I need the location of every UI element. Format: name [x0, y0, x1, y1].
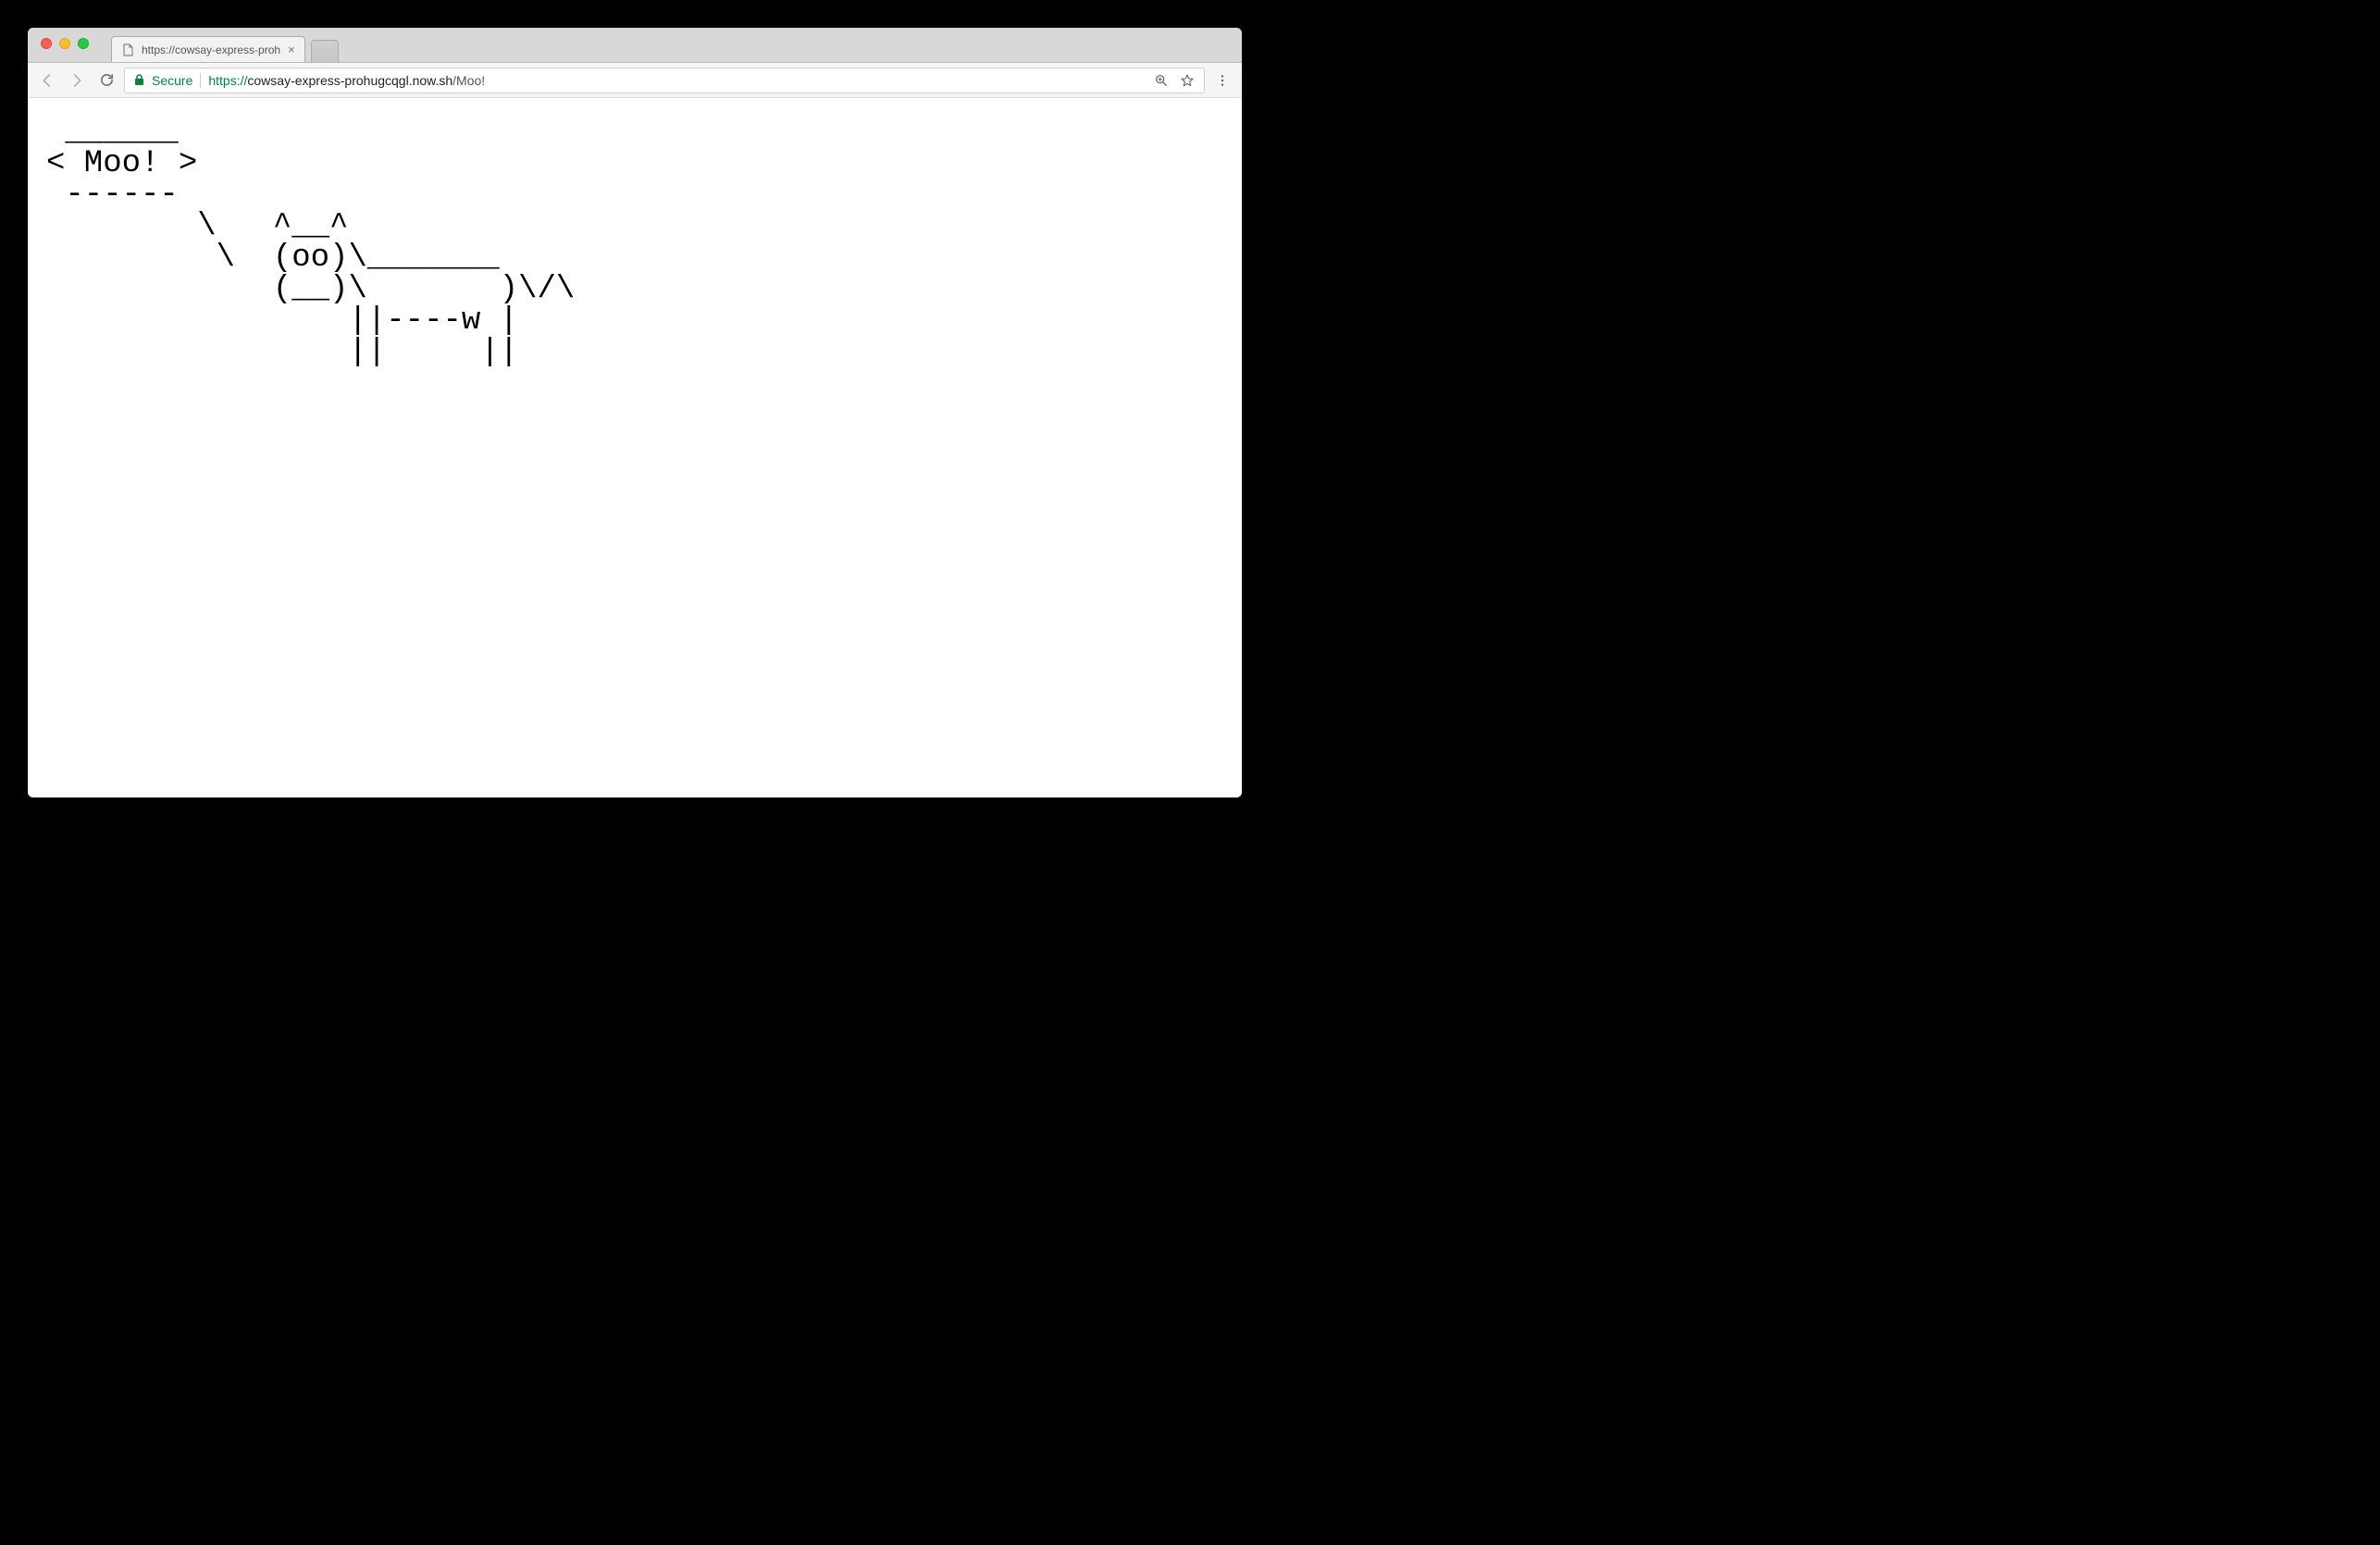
browser-toolbar: Secure https://cowsay-express-prohugcqgl… — [28, 63, 1242, 98]
url-scheme: https:// — [208, 73, 247, 88]
page-content: ______ < Moo! > ------ \ ^__^ \ (oo)\___… — [28, 98, 1242, 797]
minimize-window-button[interactable] — [59, 38, 70, 49]
url-host: cowsay-express-prohugcqgl.now.sh — [247, 73, 452, 88]
forward-button[interactable] — [65, 68, 89, 93]
reload-button[interactable] — [94, 68, 118, 93]
bookmark-star-icon[interactable] — [1180, 73, 1195, 88]
address-bar[interactable]: Secure https://cowsay-express-prohugcqgl… — [124, 68, 1205, 93]
new-tab-button[interactable] — [311, 40, 339, 62]
window-titlebar: https://cowsay-express-prohu × — [28, 28, 1242, 63]
page-icon — [121, 43, 134, 56]
url-path: /Moo! — [452, 73, 485, 88]
back-button[interactable] — [35, 68, 59, 93]
omnibox-actions — [1154, 73, 1195, 88]
zoom-icon[interactable] — [1154, 73, 1169, 88]
secure-label: Secure — [152, 73, 192, 88]
window-controls — [41, 38, 89, 49]
lock-icon — [134, 74, 144, 86]
tab-close-button[interactable]: × — [288, 43, 295, 56]
omnibox-divider — [200, 73, 201, 88]
tab-title: https://cowsay-express-prohu — [142, 43, 280, 56]
browser-window: https://cowsay-express-prohu × — [28, 28, 1242, 797]
maximize-window-button[interactable] — [78, 38, 89, 49]
tab-strip: https://cowsay-express-prohu × — [111, 28, 339, 62]
url-display: https://cowsay-express-prohugcqgl.now.sh… — [208, 73, 485, 88]
cowsay-output: ______ < Moo! > ------ \ ^__^ \ (oo)\___… — [46, 117, 1223, 368]
browser-menu-button[interactable] — [1210, 73, 1234, 88]
tab-active[interactable]: https://cowsay-express-prohu × — [111, 36, 305, 62]
close-window-button[interactable] — [41, 38, 52, 49]
